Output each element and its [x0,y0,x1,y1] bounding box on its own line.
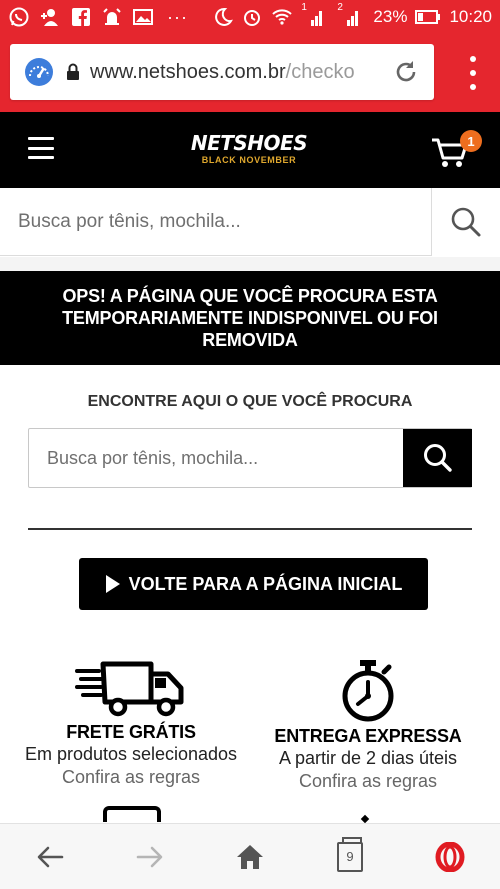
browser-menu-icon[interactable] [468,56,478,90]
tabs-button[interactable]: 9 [320,827,380,887]
browser-bottom-nav: 9 [0,823,500,889]
find-title: ENCONTRE AQUI O QUE VOCÊ PROCURA [87,393,413,410]
netshoes-logo[interactable]: NETSHOES BLACK NOVEMBER [182,132,316,166]
forward-arrow-icon [136,846,163,867]
battery-icon [415,6,441,28]
more-notifications-icon: ··· [167,6,188,27]
back-button[interactable] [20,827,80,887]
site-header: NETSHOES BLACK NOVEMBER [0,112,500,188]
signal-sim1-icon: 1 [301,2,329,28]
header-search-button[interactable] [431,188,500,256]
do-not-disturb-icon [211,6,234,28]
play-arrow-icon [105,575,120,593]
express-delivery-subtitle: A partir de 2 dias úteis [278,748,458,768]
benefit-express-delivery: ENTREGA EXPRESSA A partir de 2 dias útei… [250,658,486,793]
main-search [28,428,472,488]
alarm-notification-icon [101,6,123,28]
free-shipping-title: FRETE GRÁTIS [66,722,196,742]
benefit-free-shipping: FRETE GRÁTIS Em produtos selecionados Co… [0,658,262,789]
home-button[interactable] [220,827,280,887]
home-page-button[interactable]: VOLTE PARA A PÁGINA INICIAL [79,558,428,610]
speed-dial-icon[interactable] [24,57,54,87]
facebook-icon [70,6,92,28]
logo-text: NETSHOES [190,131,308,155]
tabs-icon: 9 [337,836,363,872]
error-banner: OPS! A PÁGINA QUE VOCÊ PROCURA ESTA TEMP… [0,271,500,365]
header-separator [0,257,500,271]
battery-percent: 23% [373,7,408,26]
reload-icon[interactable] [392,58,420,86]
forward-button[interactable] [120,827,180,887]
card-icon [103,806,161,822]
clock: 10:20 [449,7,492,26]
lock-icon [67,63,79,80]
divider [28,528,472,530]
hamburger-menu-icon[interactable] [28,137,54,159]
wifi-icon [271,6,293,28]
opera-logo-icon [435,841,465,872]
url-path: /checko [285,60,355,83]
url-domain: www.netshoes.com.br [90,60,286,83]
header-search [0,188,500,256]
error-message: OPS! A PÁGINA QUE VOCÊ PROCURA ESTA TEMP… [62,286,438,350]
signal-sim2-icon: 2 [337,2,365,28]
image-notification-icon [132,6,154,28]
partial-icon [360,814,370,824]
sim2-label: 2 [337,2,343,13]
add-contact-icon [39,6,61,28]
status-bar: ··· 1 2 23% 10:20 [0,0,500,34]
stopwatch-icon [342,660,394,722]
search-icon [451,207,481,237]
url-text[interactable]: www.netshoes.com.br/checko [90,61,380,84]
browser-toolbar: www.netshoes.com.br/checko [0,34,500,112]
free-shipping-subtitle: Em produtos selecionados [24,744,238,764]
logo-subtitle: BLACK NOVEMBER [201,155,297,165]
status-system: 1 2 23% 10:20 [211,2,492,28]
express-delivery-rules-link[interactable]: Confira as regras [250,769,486,793]
main-search-button[interactable] [403,429,472,487]
tabs-count: 9 [346,849,354,864]
address-bar[interactable]: www.netshoes.com.br/checko [10,44,434,100]
free-shipping-rules-link[interactable]: Confira as regras [0,765,262,789]
sim1-label: 1 [301,2,307,13]
cart-count-badge[interactable]: 1 [460,130,482,152]
delivery-truck-icon [75,661,184,717]
home-icon [237,844,263,869]
whatsapp-icon [8,6,30,28]
home-page-button-label: VOLTE PARA A PÁGINA INICIAL [128,573,403,594]
status-notifications: ··· [8,6,188,28]
express-delivery-title: ENTREGA EXPRESSA [274,726,462,746]
main-search-input[interactable] [47,429,397,487]
opera-menu-button[interactable] [420,827,480,887]
back-arrow-icon [37,846,64,867]
header-search-input[interactable] [18,188,418,256]
search-icon [423,444,452,472]
alarm-clock-icon [241,6,263,28]
